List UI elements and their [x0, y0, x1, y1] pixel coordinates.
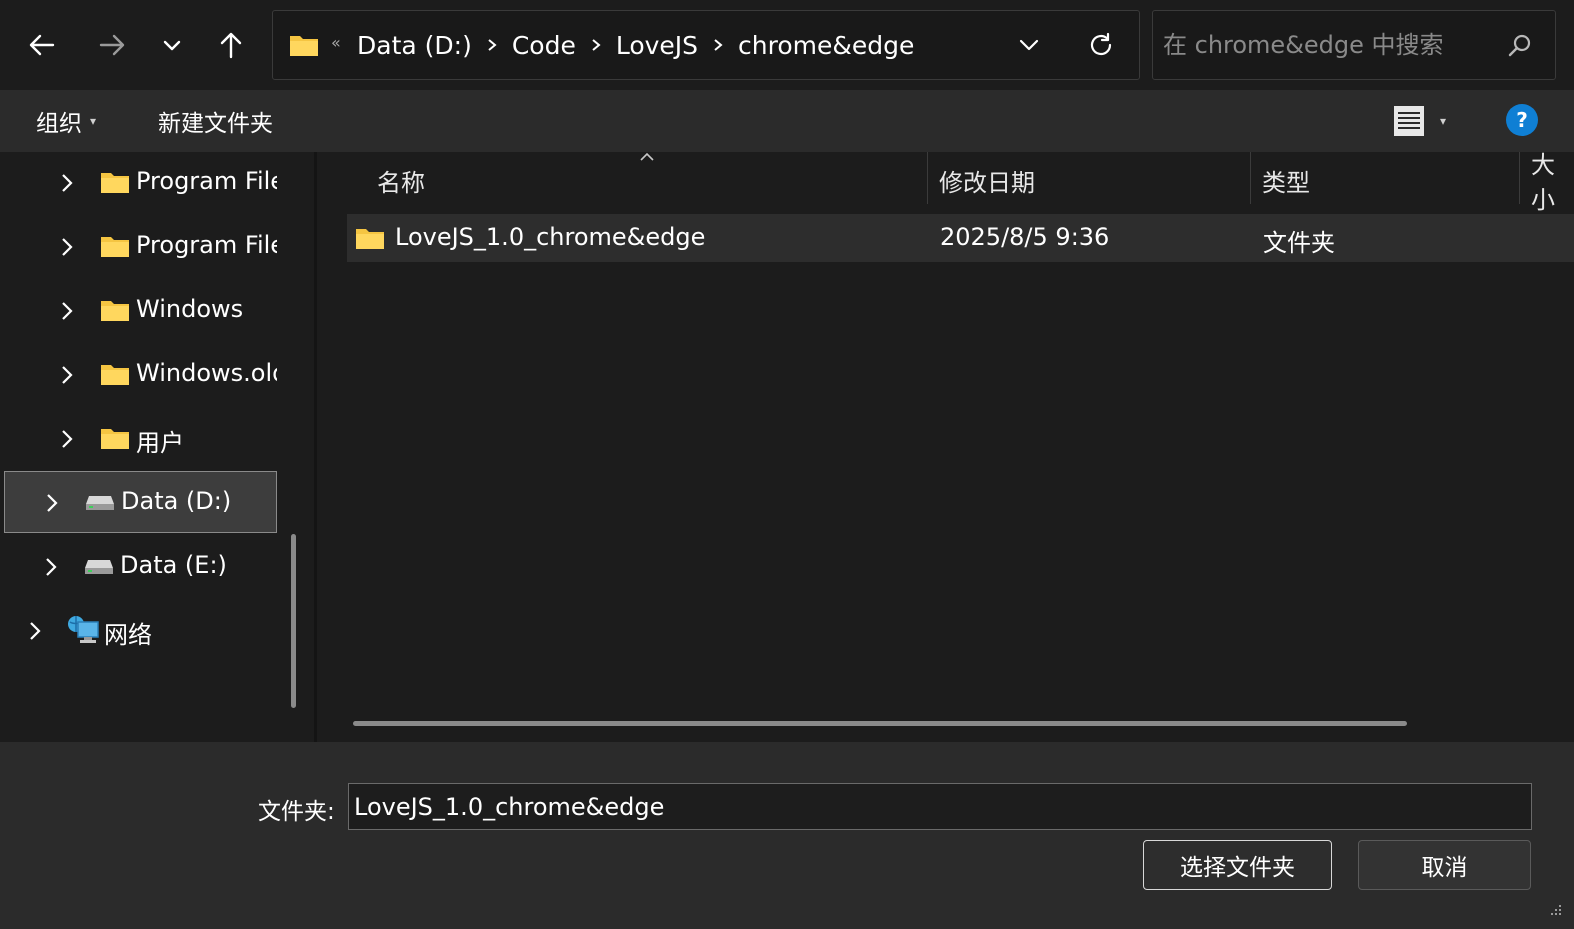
column-divider[interactable]: [927, 152, 928, 204]
column-header-type[interactable]: 类型: [1262, 152, 1310, 208]
help-button[interactable]: ?: [1506, 104, 1538, 136]
folder-icon: [101, 237, 129, 257]
chevron-right-icon[interactable]: [60, 236, 74, 258]
column-header-modified[interactable]: 修改日期: [939, 152, 1035, 208]
table-row[interactable]: LoveJS_1.0_chrome&edge 2025/8/5 9:36 文件夹: [347, 214, 1574, 262]
cancel-button[interactable]: 取消: [1358, 840, 1531, 890]
recent-locations-button[interactable]: [148, 20, 196, 70]
folder-field-label: 文件夹:: [258, 799, 335, 825]
file-type-cell: 文件夹: [1263, 229, 1335, 257]
drive-icon: [85, 560, 113, 574]
breadcrumb: Data (D:) Code LoveJS chrome&edge: [357, 11, 914, 79]
file-list-pane: 名称 修改日期 类型 大小 LoveJS_1.0_chrome&edge 202…: [317, 152, 1574, 742]
sidebar-item-data-d[interactable]: Data (D:): [4, 471, 277, 533]
breadcrumb-item-lovejs[interactable]: LoveJS: [616, 31, 698, 60]
search-box: [1152, 10, 1556, 80]
column-divider[interactable]: [1519, 152, 1520, 204]
sidebar-item-program-files-x86[interactable]: Program Files (x86): [4, 216, 277, 278]
network-icon: [68, 616, 99, 643]
breadcrumb-item-code[interactable]: Code: [512, 31, 576, 60]
column-divider[interactable]: [1250, 152, 1251, 204]
sidebar-item-label: Data (E:): [120, 551, 227, 579]
drive-icon: [86, 496, 114, 510]
sidebar-item-label: Windows.old: [136, 359, 277, 387]
dialog-footer: 文件夹: 选择文件夹 取消: [0, 742, 1574, 929]
overflow-chevron[interactable]: «: [331, 33, 341, 52]
chevron-right-icon[interactable]: [60, 300, 74, 322]
address-bar[interactable]: « Data (D:) Code LoveJS chrome&edge: [272, 10, 1140, 80]
folder-icon: [356, 229, 384, 249]
address-bar-row: « Data (D:) Code LoveJS chrome&edge: [0, 0, 1574, 90]
chevron-down-icon: [163, 40, 181, 51]
search-input[interactable]: [1163, 11, 1493, 79]
folder-icon: [290, 36, 318, 56]
column-header-name[interactable]: 名称: [377, 152, 425, 208]
column-header-label: 大小: [1531, 152, 1555, 214]
breadcrumb-separator-icon[interactable]: [590, 38, 602, 52]
sidebar-item-users[interactable]: 用户: [4, 408, 277, 470]
sidebar-item-network[interactable]: 网络: [4, 600, 277, 662]
sort-ascending-icon: [640, 152, 654, 161]
forward-button[interactable]: [88, 20, 136, 70]
sidebar-item-windows[interactable]: Windows: [4, 280, 277, 342]
resize-grip-icon[interactable]: [1546, 902, 1564, 920]
sidebar-item-label: 网络: [104, 621, 152, 649]
cancel-label: 取消: [1421, 855, 1468, 881]
address-history-dropdown-icon[interactable]: [1017, 33, 1041, 57]
search-icon[interactable]: [1507, 33, 1533, 59]
folder-icon: [101, 301, 129, 321]
chevron-right-icon[interactable]: [60, 364, 74, 386]
arrow-left-icon: [29, 34, 55, 56]
new-folder-label: 新建文件夹: [158, 111, 273, 137]
breadcrumb-separator-icon[interactable]: [712, 38, 724, 52]
chevron-right-icon[interactable]: [60, 428, 74, 450]
list-view-icon: [1394, 106, 1424, 136]
select-folder-label: 选择文件夹: [1180, 855, 1295, 881]
folder-icon: [101, 365, 129, 385]
sidebar-item-label: 用户: [136, 429, 184, 457]
column-header-label: 修改日期: [939, 168, 1035, 197]
column-header-label: 名称: [377, 168, 425, 197]
arrow-right-icon: [99, 34, 125, 56]
sidebar-item-data-e[interactable]: Data (E:): [4, 536, 277, 598]
command-bar: 组织 ▾ 新建文件夹 ▾: [0, 90, 1574, 152]
new-folder-button[interactable]: 新建文件夹: [158, 90, 273, 152]
folder-icon: [101, 173, 129, 193]
organize-menu-button[interactable]: 组织 ▾: [36, 90, 96, 152]
help-icon: ?: [1516, 108, 1528, 132]
column-header-size[interactable]: 大小: [1531, 152, 1574, 214]
sidebar-item-label: Program Files: [136, 167, 277, 195]
chevron-right-icon[interactable]: [60, 172, 74, 194]
chevron-right-icon[interactable]: [28, 620, 42, 642]
caret-down-icon: ▾: [90, 114, 97, 128]
chevron-right-icon[interactable]: [44, 556, 58, 578]
caret-down-icon: ▾: [1440, 114, 1447, 128]
back-button[interactable]: [18, 20, 66, 70]
organize-label: 组织: [36, 111, 82, 137]
folder-icon: [101, 429, 129, 449]
file-modified-cell: 2025/8/5 9:36: [940, 223, 1110, 251]
sidebar-item-windows-old[interactable]: Windows.old: [4, 344, 277, 406]
navigation-pane: Program Files Program Files (x86) Window…: [0, 152, 314, 742]
sidebar-scrollbar[interactable]: [291, 534, 296, 708]
folder-name-field[interactable]: [348, 783, 1532, 830]
file-name-cell: LoveJS_1.0_chrome&edge: [395, 223, 706, 251]
arrow-up-icon: [220, 32, 242, 59]
view-options-button[interactable]: ▾: [1392, 104, 1446, 138]
chevron-right-icon[interactable]: [45, 492, 59, 514]
breadcrumb-item-data-d[interactable]: Data (D:): [357, 31, 472, 60]
breadcrumb-separator-icon[interactable]: [486, 38, 498, 52]
up-button[interactable]: [207, 20, 255, 70]
sidebar-item-label: Program Files (x86): [136, 231, 277, 259]
refresh-icon[interactable]: [1087, 31, 1115, 59]
select-folder-button[interactable]: 选择文件夹: [1143, 840, 1332, 890]
sidebar-item-program-files[interactable]: Program Files: [4, 152, 277, 214]
column-header-label: 类型: [1262, 168, 1310, 197]
sidebar-item-label: Windows: [136, 295, 244, 323]
horizontal-scrollbar[interactable]: [353, 721, 1407, 726]
breadcrumb-item-chrome-edge[interactable]: chrome&edge: [738, 31, 914, 60]
sidebar-item-label: Data (D:): [121, 487, 232, 515]
